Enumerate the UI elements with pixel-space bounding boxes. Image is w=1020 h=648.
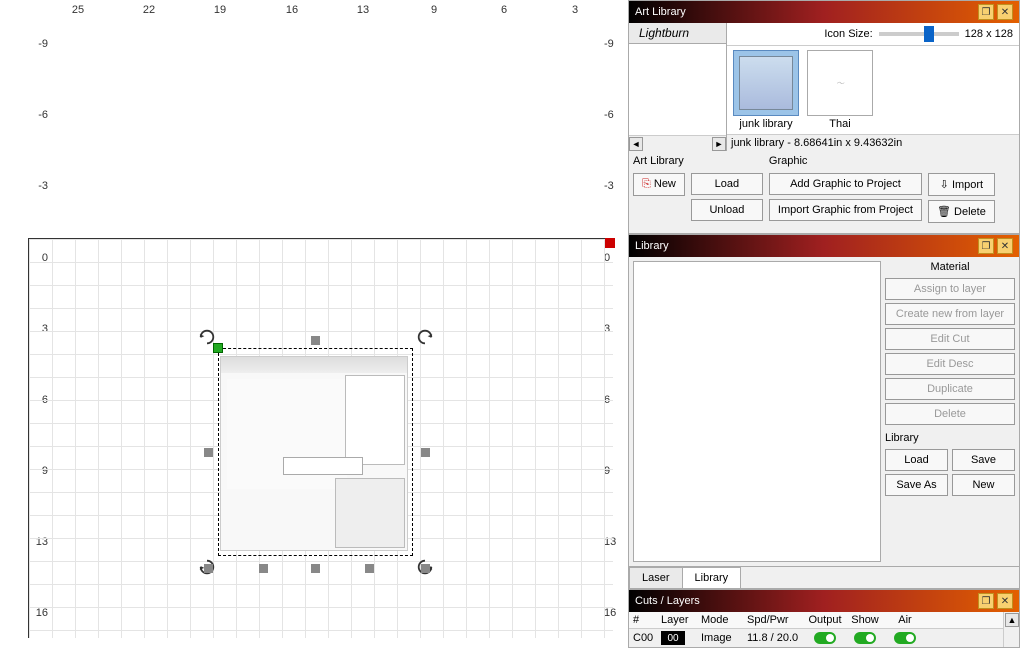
cuts-table-header: # Layer Mode Spd/Pwr Output Show Air — [629, 612, 1003, 629]
art-thumb[interactable]: ～ Thai — [805, 50, 875, 130]
new-library-button[interactable]: New — [952, 474, 1015, 496]
ruler-tick: 9 — [431, 4, 437, 16]
artlib-section-label: Art Library — [633, 155, 685, 167]
material-label: Material — [885, 261, 1015, 273]
undock-icon[interactable]: ❐ — [978, 593, 994, 609]
save-library-button[interactable]: Save — [952, 449, 1015, 471]
undock-icon[interactable]: ❐ — [978, 4, 994, 20]
tab-library[interactable]: Library — [682, 567, 742, 588]
output-toggle[interactable] — [814, 632, 836, 644]
cut-mode: Image — [701, 632, 743, 644]
ruler-tick: 19 — [214, 4, 226, 16]
import-button[interactable]: ⇩ Import — [928, 173, 995, 196]
art-library-tree[interactable]: Lightburn ◄ ► — [629, 23, 727, 151]
art-library-panel: Art Library ❐ ✕ Lightburn ◄ ► Icon Size: — [628, 0, 1020, 234]
cuts-layers-panel: Cuts / Layers ❐ ✕ # Layer Mode Spd/Pwr O… — [628, 589, 1020, 648]
art-thumb-label: Thai — [829, 118, 850, 130]
load-library-button[interactable]: Load — [691, 173, 763, 195]
delete-material-button[interactable]: Delete — [885, 403, 1015, 425]
art-thumb-image — [733, 50, 799, 116]
scroll-left-icon[interactable]: ◄ — [629, 137, 643, 151]
cut-spd-pwr: 11.8 / 20.0 — [747, 632, 803, 644]
scale-handle-left[interactable] — [204, 448, 213, 457]
layer-swatch[interactable]: 00 — [661, 631, 685, 645]
canvas-area[interactable]: 25221916139630 -9-6-303691316 -9-6-30369… — [0, 0, 628, 648]
ruler-tick: -9 — [604, 38, 628, 50]
ruler-tick: 16 — [286, 4, 298, 16]
library-section-label: Library — [885, 432, 1015, 444]
edit-cut-button[interactable]: Edit Cut — [885, 328, 1015, 350]
placed-graphic[interactable] — [220, 356, 408, 551]
cut-index: C00 — [633, 632, 657, 644]
icon-size-slider[interactable] — [879, 32, 959, 36]
library-panel: Library ❐ ✕ Material Assign to layer Cre… — [628, 234, 1020, 589]
library-title: Library — [635, 240, 975, 252]
scroll-up-icon[interactable]: ▲ — [1005, 613, 1019, 627]
ruler-tick: -6 — [24, 109, 48, 121]
air-toggle[interactable] — [894, 632, 916, 644]
assign-to-layer-button[interactable]: Assign to layer — [885, 278, 1015, 300]
icon-size-label: Icon Size: — [824, 28, 872, 40]
art-library-tree-label[interactable]: Lightburn — [629, 23, 726, 44]
show-toggle[interactable] — [854, 632, 876, 644]
scale-handle-br[interactable] — [421, 564, 430, 573]
create-from-layer-button[interactable]: Create new from layer — [885, 303, 1015, 325]
tab-laser[interactable]: Laser — [629, 567, 683, 588]
art-library-thumbnails: junk library ～ Thai — [727, 46, 1019, 134]
scale-handle-bl[interactable] — [204, 564, 213, 573]
scale-handle-top[interactable] — [311, 336, 320, 345]
origin-handle[interactable] — [213, 343, 223, 353]
add-graphic-button[interactable]: Add Graphic to Project — [769, 173, 922, 195]
graphic-section-label: Graphic — [769, 155, 922, 167]
art-library-status: junk library - 8.68641in x 9.43632in — [727, 134, 1019, 151]
saveas-library-button[interactable]: Save As — [885, 474, 948, 496]
close-icon[interactable]: ✕ — [997, 593, 1013, 609]
origin-marker — [605, 238, 615, 248]
new-library-button[interactable]: ⎘ New — [633, 173, 685, 196]
scale-handle-b2[interactable] — [365, 564, 374, 573]
ruler-tick: 22 — [143, 4, 155, 16]
ruler-tick: 25 — [72, 4, 84, 16]
rotate-handle-tr[interactable] — [416, 328, 434, 346]
unload-library-button[interactable]: Unload — [691, 199, 763, 221]
edit-desc-button[interactable]: Edit Desc — [885, 353, 1015, 375]
scale-handle-right[interactable] — [421, 448, 430, 457]
ruler-left: -9-6-303691316 — [0, 20, 28, 648]
load-library-button[interactable]: Load — [885, 449, 948, 471]
ruler-tick: -6 — [604, 109, 628, 121]
ruler-tick: -3 — [604, 180, 628, 192]
scale-handle-b1[interactable] — [259, 564, 268, 573]
ruler-tick: 3 — [572, 4, 578, 16]
delete-graphic-button[interactable]: 🗑 Delete — [928, 200, 995, 223]
scroll-right-icon[interactable]: ► — [712, 137, 726, 151]
cuts-layers-title: Cuts / Layers — [635, 595, 975, 607]
art-thumb[interactable]: junk library — [731, 50, 801, 130]
ruler-tick: -9 — [24, 38, 48, 50]
art-library-title: Art Library — [635, 6, 975, 18]
library-header[interactable]: Library ❐ ✕ — [629, 235, 1019, 257]
close-icon[interactable]: ✕ — [997, 4, 1013, 20]
ruler-tick: 6 — [501, 4, 507, 16]
cuts-scrollbar[interactable]: ▲ — [1003, 612, 1019, 647]
ruler-tick: -3 — [24, 180, 48, 192]
side-panels: Art Library ❐ ✕ Lightburn ◄ ► Icon Size: — [628, 0, 1020, 648]
scale-handle-bottom[interactable] — [311, 564, 320, 573]
import-graphic-from-project-button[interactable]: Import Graphic from Project — [769, 199, 922, 221]
cuts-layers-header[interactable]: Cuts / Layers ❐ ✕ — [629, 590, 1019, 612]
ruler-top: 25221916139630 — [28, 0, 620, 20]
cuts-row[interactable]: C00 00 Image 11.8 / 20.0 — [629, 629, 1003, 647]
art-library-header[interactable]: Art Library ❐ ✕ — [629, 1, 1019, 23]
duplicate-button[interactable]: Duplicate — [885, 378, 1015, 400]
art-thumb-image: ～ — [807, 50, 873, 116]
icon-size-value: 128 x 128 — [965, 28, 1013, 40]
art-thumb-label: junk library — [739, 118, 792, 130]
close-icon[interactable]: ✕ — [997, 238, 1013, 254]
undock-icon[interactable]: ❐ — [978, 238, 994, 254]
ruler-tick: 13 — [357, 4, 369, 16]
library-tree[interactable] — [633, 261, 881, 562]
